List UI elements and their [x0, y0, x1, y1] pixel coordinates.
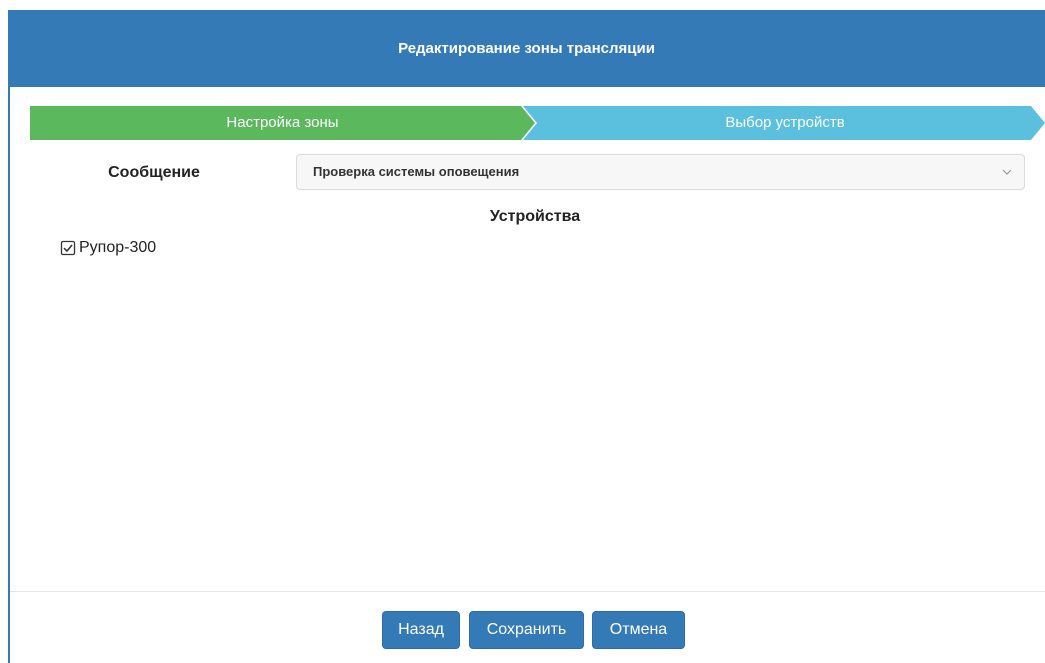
- checkbox-checked-icon[interactable]: [60, 240, 76, 256]
- chevron-down-icon: [1002, 169, 1012, 175]
- edit-zone-dialog: Редактирование зоны трансляции Настройка…: [8, 10, 1045, 663]
- save-button[interactable]: Сохранить: [469, 611, 584, 649]
- device-label: Рупор-300: [79, 239, 157, 256]
- message-select[interactable]: Проверка системы оповещения: [296, 154, 1025, 190]
- message-label: Сообщение: [108, 164, 200, 181]
- devices-title: Устройства: [489, 208, 581, 225]
- message-select-value: Проверка системы оповещения: [313, 164, 520, 179]
- wizard-steps: Настройка зоны Выбор устройств: [30, 106, 1045, 140]
- back-button[interactable]: Назад: [382, 611, 460, 649]
- cancel-button[interactable]: Отмена: [592, 611, 685, 649]
- page: Редактирование зоны трансляции Настройка…: [0, 0, 1045, 663]
- footer-divider: [10, 591, 1045, 592]
- device-item[interactable]: Рупор-300: [60, 238, 156, 258]
- dialog-header: Редактирование зоны трансляции: [8, 10, 1045, 87]
- message-row: Сообщение Проверка системы оповещения: [30, 154, 1035, 192]
- dialog-title: Редактирование зоны трансляции: [398, 40, 655, 57]
- wizard-step-zone-settings[interactable]: Настройка зоны: [30, 106, 535, 140]
- wizard-step-device-selection[interactable]: Выбор устройств: [535, 106, 1035, 140]
